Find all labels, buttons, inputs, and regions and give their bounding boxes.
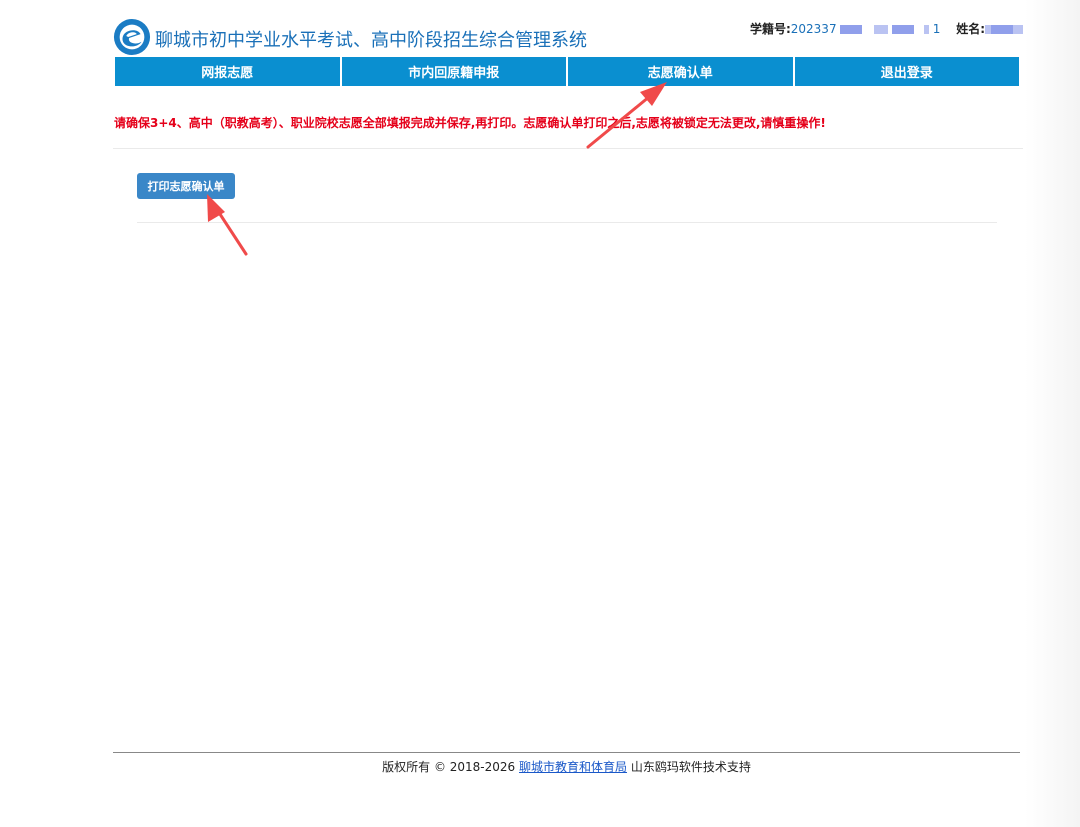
footer-support: 山东鸥玛软件技术支持 bbox=[630, 760, 751, 774]
footer-divider bbox=[113, 752, 1020, 753]
footer-bureau-link[interactable]: 聊城市教育和体育局 bbox=[519, 760, 627, 774]
arrow-icon bbox=[586, 82, 667, 149]
footer-copyright: 版权所有 © 2018-2026 bbox=[382, 760, 516, 774]
annotation-arrows bbox=[207, 82, 667, 256]
footer: 版权所有 © 2018-2026 聊城市教育和体育局 山东鸥玛软件技术支持 bbox=[113, 758, 1020, 775]
arrow-icon bbox=[207, 194, 248, 256]
